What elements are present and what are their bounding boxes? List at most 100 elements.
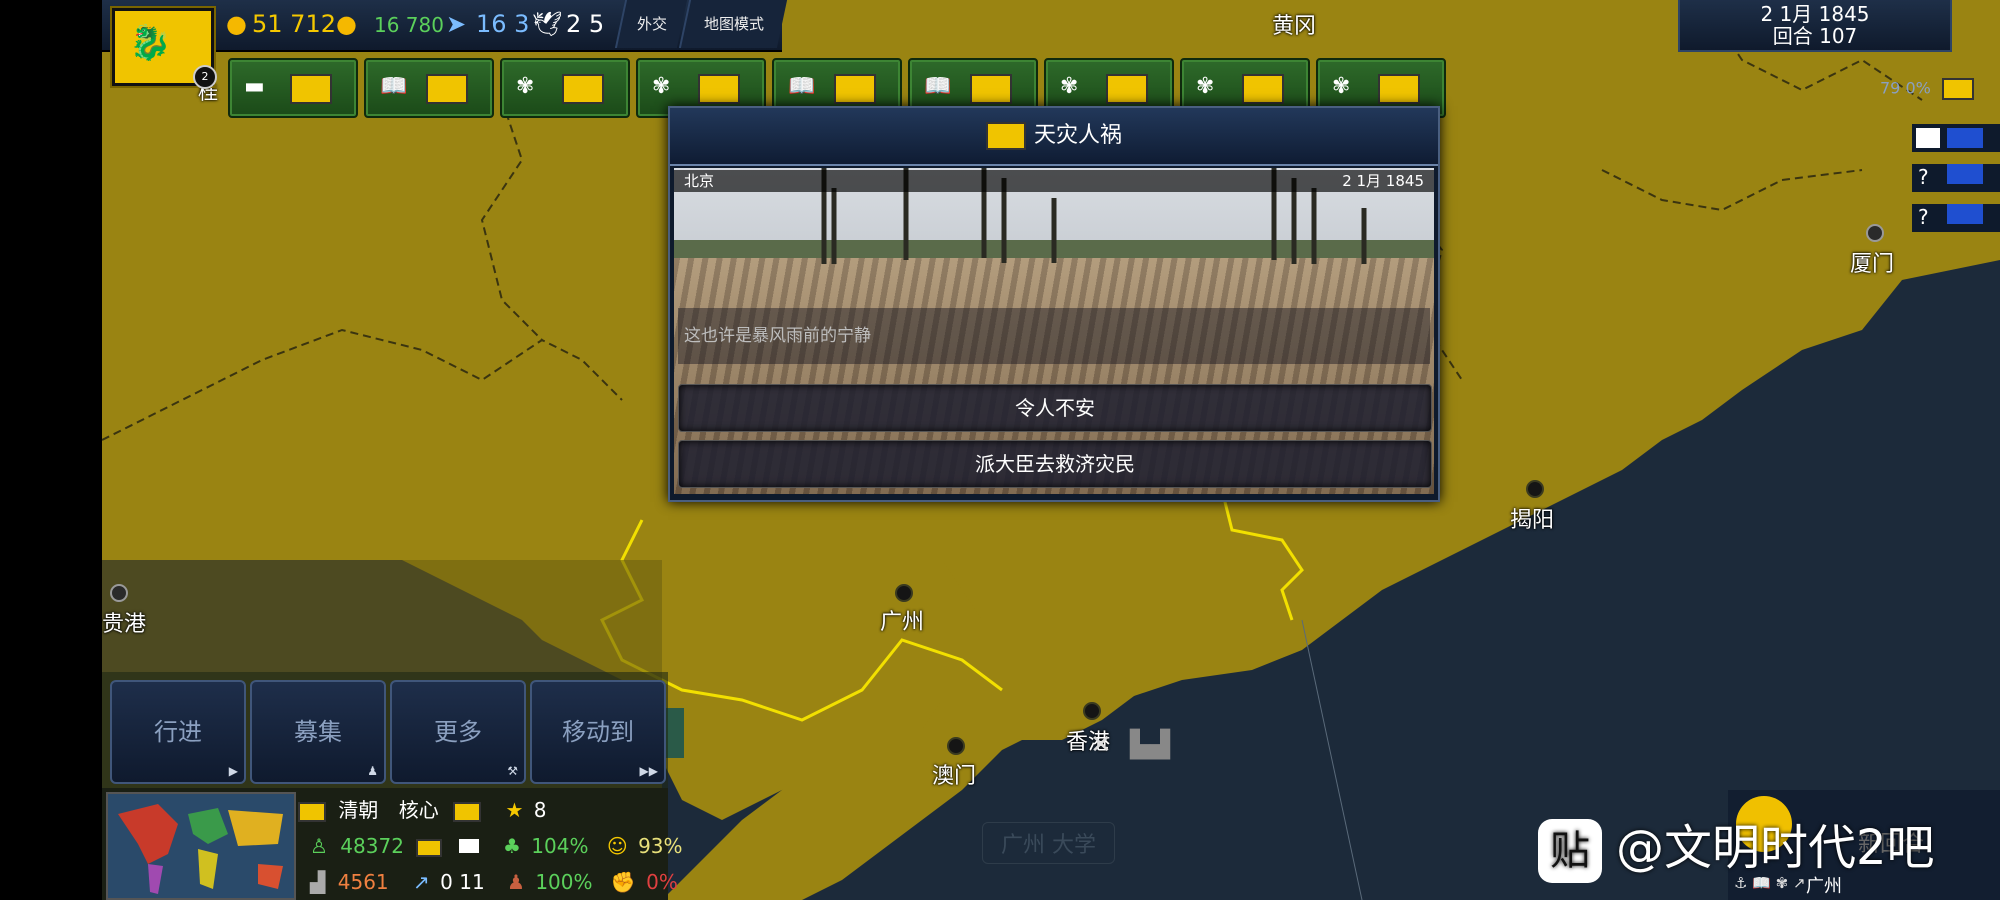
unit-action-panel: 行进 ▶ 募集 ♟ 更多 ⚒ 移动到 ▶▶ (102, 672, 668, 788)
book-icon: 📖 (788, 74, 816, 99)
recruit-button[interactable]: 募集 ♟ (250, 680, 386, 784)
current-date: 2 1月 1845 (1760, 2, 1870, 26)
recruit-label: 募集 (294, 718, 342, 746)
population-value: 48372 (340, 834, 404, 858)
right-percent-indicator[interactable]: 79 0% (1880, 78, 1974, 100)
nation-stats-row-2: ▟ 4561 ↗ 0 11 ♟ 100% ✊ 0% (310, 870, 678, 894)
relation-row-2[interactable]: ? (1912, 164, 2000, 192)
population-icon: ♙ (310, 834, 328, 858)
flag-icon (698, 74, 740, 104)
city-label-huanggang: 黄冈 (1272, 14, 1317, 39)
unrest-value: 0% (646, 870, 678, 894)
building-label-guangzhou-university[interactable]: 广州 大学 (982, 822, 1115, 864)
move-to-label: 移动到 (562, 718, 634, 746)
city-marker-hongkong[interactable] (1083, 702, 1101, 720)
star-icon: ★ (505, 798, 524, 822)
city-marker-jieyang[interactable] (1526, 480, 1544, 498)
crossed-swords-icon[interactable]: ✕ (1090, 730, 1112, 760)
flag-icon (834, 74, 876, 104)
city-label-jieyang: 揭阳 (1510, 508, 1555, 533)
blue-flag-icon (1947, 164, 1984, 184)
gold-icon: ● (226, 10, 247, 38)
city-marker-guangzhou[interactable] (895, 584, 913, 602)
trend-value: 0 11 (440, 870, 485, 894)
map-mode-button[interactable]: 地图模式 (678, 0, 788, 48)
flag-icon (1378, 74, 1420, 104)
unknown-nation-mark: ? (1918, 205, 1929, 229)
relation-row-3[interactable]: ? (1912, 204, 2000, 232)
move-to-button[interactable]: 移动到 ▶▶ (530, 680, 666, 784)
turn-counter: 回合 107 (1772, 24, 1858, 48)
flag-icon (1941, 78, 1974, 100)
factory-icon: ▟ (310, 870, 326, 894)
trend-icon: ↗ (413, 870, 430, 894)
event-title: 天灾人祸 (1033, 123, 1122, 148)
wheat-icon: ✾ (1332, 74, 1351, 99)
arrow-icon: ▶ (228, 764, 238, 778)
flag-icon (426, 74, 468, 104)
march-button[interactable]: 行进 ▶ (110, 680, 246, 784)
event-choice-2[interactable]: 派大臣去救济灾民 (678, 440, 1432, 488)
more-label: 更多 (434, 718, 482, 746)
flag-icon (290, 74, 332, 104)
nation-title-row: 清朝 核心 ★ 8 (298, 794, 546, 823)
diplomacy-button-label: 外交 (636, 15, 667, 33)
manpower-value: 100% (535, 870, 593, 894)
percent-value: 79 0% (1880, 78, 1931, 98)
soldier-icon: ♟ (367, 764, 378, 778)
tieba-logo: 贴 (1538, 819, 1602, 883)
diplomacy-button[interactable]: 外交 (614, 0, 688, 48)
nation-flag[interactable]: 🐉 2 (112, 8, 217, 89)
wheat-icon: ✾ (516, 74, 535, 99)
movement-amount: 16 3 (476, 10, 530, 38)
blue-flag-icon (1947, 204, 1984, 224)
city-marker-guigang[interactable] (110, 584, 128, 602)
unknown-nation-mark: ? (1918, 165, 1929, 189)
relation-row-1[interactable] (1912, 124, 2000, 152)
event-date: 2 1月 1845 (1342, 172, 1424, 190)
city-marker-xiamen[interactable] (1866, 224, 1884, 242)
nation-stats-row-1: ♙ 48372 ♣ 104% ☺ 93% (310, 834, 683, 858)
event-choice-1[interactable]: 令人不安 (678, 384, 1432, 432)
nation-flag-badge: 2 (193, 65, 217, 89)
diplomacy-points: 2 5 (566, 10, 605, 38)
double-arrow-icon: ▶▶ (639, 764, 658, 778)
date-turn-panel[interactable]: 2 1月 1845 回合 107 (1678, 0, 1952, 52)
slot-tank[interactable]: ▬ (228, 58, 358, 118)
blue-flag-icon (1947, 128, 1984, 148)
wheat-icon: ✾ (652, 74, 671, 99)
gold-amount: 51 712 (252, 10, 336, 38)
happiness-icon: ☺ (606, 834, 628, 858)
slot-wheat-1[interactable]: ✾ (500, 58, 630, 118)
event-location-bar: 北京 2 1月 1845 (674, 170, 1434, 192)
flag-icon (453, 801, 482, 822)
income-amount: 16 780 (374, 13, 444, 37)
world-minimap[interactable] (106, 792, 296, 900)
flag-icon (1242, 74, 1284, 104)
fortress-icon[interactable]: ▙▟ (1130, 730, 1170, 760)
industry-value: 4561 (337, 870, 389, 894)
more-button[interactable]: 更多 ⚒ (390, 680, 526, 784)
city-label-guigang: 贵港 (102, 612, 147, 637)
march-label: 行进 (154, 718, 202, 746)
flag-icon (416, 838, 443, 857)
event-flavor-text: 这也许是暴风雨前的宁静 (678, 308, 1430, 364)
event-location: 北京 (684, 172, 715, 190)
flag-icon (298, 801, 326, 822)
flag-icon (970, 74, 1012, 104)
event-header: 天灾人祸 (670, 108, 1438, 166)
manpower-icon: ♟ (507, 870, 525, 894)
slot-book-1[interactable]: 📖 (364, 58, 494, 118)
wheat-icon: ✾ (1196, 74, 1215, 99)
watermark-text: @文明时代2吧 (1616, 820, 1935, 876)
nation-name: 清朝 (338, 798, 379, 822)
city-marker-macau[interactable] (947, 737, 965, 755)
growth-value: 104% (531, 834, 589, 858)
happiness-value: 93% (638, 834, 683, 858)
book-icon: 📖 (380, 74, 408, 99)
city-label-guangzhou: 广州 (880, 610, 925, 635)
hammer-icon: ⚒ (507, 764, 518, 778)
watermark: 贴 @文明时代2吧 (1538, 808, 1935, 883)
movement-icon: ➤ (446, 10, 467, 38)
nation-info-panel: 清朝 核心 ★ 8 ♙ 48372 ♣ 104% ☺ 93% ▟ 4561 ↗ … (102, 788, 683, 900)
